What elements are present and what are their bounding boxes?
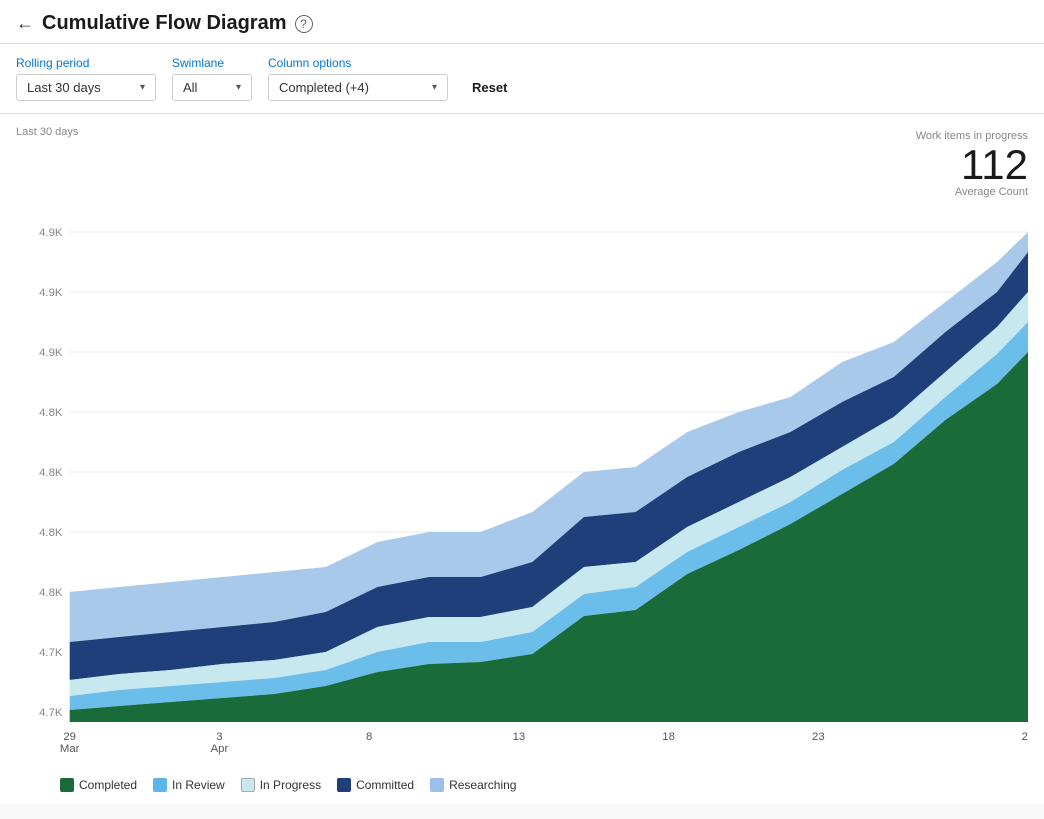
swimlane-value: All — [183, 80, 197, 95]
chart-container: Last 30 days Work items in progress 112 … — [0, 114, 1044, 770]
in-progress-label: In Progress — [260, 778, 321, 792]
y-label-2: 4.9K — [39, 287, 63, 299]
swimlane-group: Swimlane All ▾ — [172, 56, 252, 101]
legend-item-researching: Researching — [430, 778, 516, 792]
x-label-13: 13 — [513, 731, 526, 743]
reset-button[interactable]: Reset — [464, 74, 515, 101]
column-options-value: Completed (+4) — [279, 80, 369, 95]
y-label-5: 4.8K — [39, 467, 63, 479]
avg-count-text: Average Count — [916, 186, 1028, 198]
back-button[interactable]: ← — [16, 13, 34, 34]
rolling-period-select[interactable]: Last 30 days ▾ — [16, 74, 156, 101]
back-icon: ← — [16, 13, 34, 34]
chart-svg: 4.9K 4.9K 4.9K 4.8K 4.8K 4.8K 4.8K 4.7K … — [16, 202, 1028, 762]
legend-item-completed: Completed — [60, 778, 137, 792]
rolling-period-label: Rolling period — [16, 56, 156, 70]
rolling-period-group: Rolling period Last 30 days ▾ — [16, 56, 156, 101]
x-label-mar: Mar — [60, 743, 80, 755]
legend-item-committed: Committed — [337, 778, 414, 792]
legend-item-in-progress: In Progress — [241, 778, 321, 792]
y-label-6: 4.8K — [39, 527, 63, 539]
page-title: Cumulative Flow Diagram — [42, 12, 287, 35]
researching-label: Researching — [449, 778, 516, 792]
x-label-18: 18 — [662, 731, 675, 743]
column-options-group: Column options Completed (+4) ▾ — [268, 56, 448, 101]
column-options-select[interactable]: Completed (+4) ▾ — [268, 74, 448, 101]
x-label-8: 8 — [366, 731, 372, 743]
chevron-down-icon: ▾ — [140, 82, 145, 93]
completed-swatch — [60, 778, 74, 792]
filters-bar: Rolling period Last 30 days ▾ Swimlane A… — [0, 44, 1044, 114]
chart-area: 4.9K 4.9K 4.9K 4.8K 4.8K 4.8K 4.8K 4.7K … — [16, 202, 1028, 762]
researching-swatch — [430, 778, 444, 792]
swimlane-select[interactable]: All ▾ — [172, 74, 252, 101]
committed-label: Committed — [356, 778, 414, 792]
x-label-28: 28 — [1022, 731, 1028, 743]
y-label-3: 4.9K — [39, 347, 63, 359]
committed-swatch — [337, 778, 351, 792]
legend-item-in-review: In Review — [153, 778, 225, 792]
page-header: ← Cumulative Flow Diagram ? — [0, 0, 1044, 44]
x-label-apr: Apr — [211, 743, 229, 755]
in-review-label: In Review — [172, 778, 225, 792]
chevron-down-icon: ▾ — [236, 82, 241, 93]
help-icon[interactable]: ? — [295, 15, 313, 33]
y-label-7: 4.8K — [39, 587, 63, 599]
legend: Completed In Review In Progress Committe… — [0, 770, 1044, 804]
in-progress-swatch — [241, 778, 255, 792]
y-label-4: 4.8K — [39, 407, 63, 419]
stats-label: Work items in progress 112 Average Count — [916, 126, 1028, 198]
column-options-label: Column options — [268, 56, 448, 70]
completed-label: Completed — [79, 778, 137, 792]
x-label-3: 3 — [216, 731, 222, 743]
x-label-29: 29 — [63, 731, 76, 743]
chevron-down-icon: ▾ — [432, 82, 437, 93]
y-label-8: 4.7K — [39, 647, 63, 659]
chart-top-labels: Last 30 days Work items in progress 112 … — [16, 126, 1028, 198]
swimlane-label: Swimlane — [172, 56, 252, 70]
y-label-9: 4.7K — [39, 707, 63, 719]
y-label-1: 4.9K — [39, 227, 63, 239]
rolling-period-value: Last 30 days — [27, 80, 101, 95]
x-label-23: 23 — [812, 731, 825, 743]
in-review-swatch — [153, 778, 167, 792]
count-value: 112 — [916, 144, 1028, 186]
chart-period-label: Last 30 days — [16, 126, 78, 138]
